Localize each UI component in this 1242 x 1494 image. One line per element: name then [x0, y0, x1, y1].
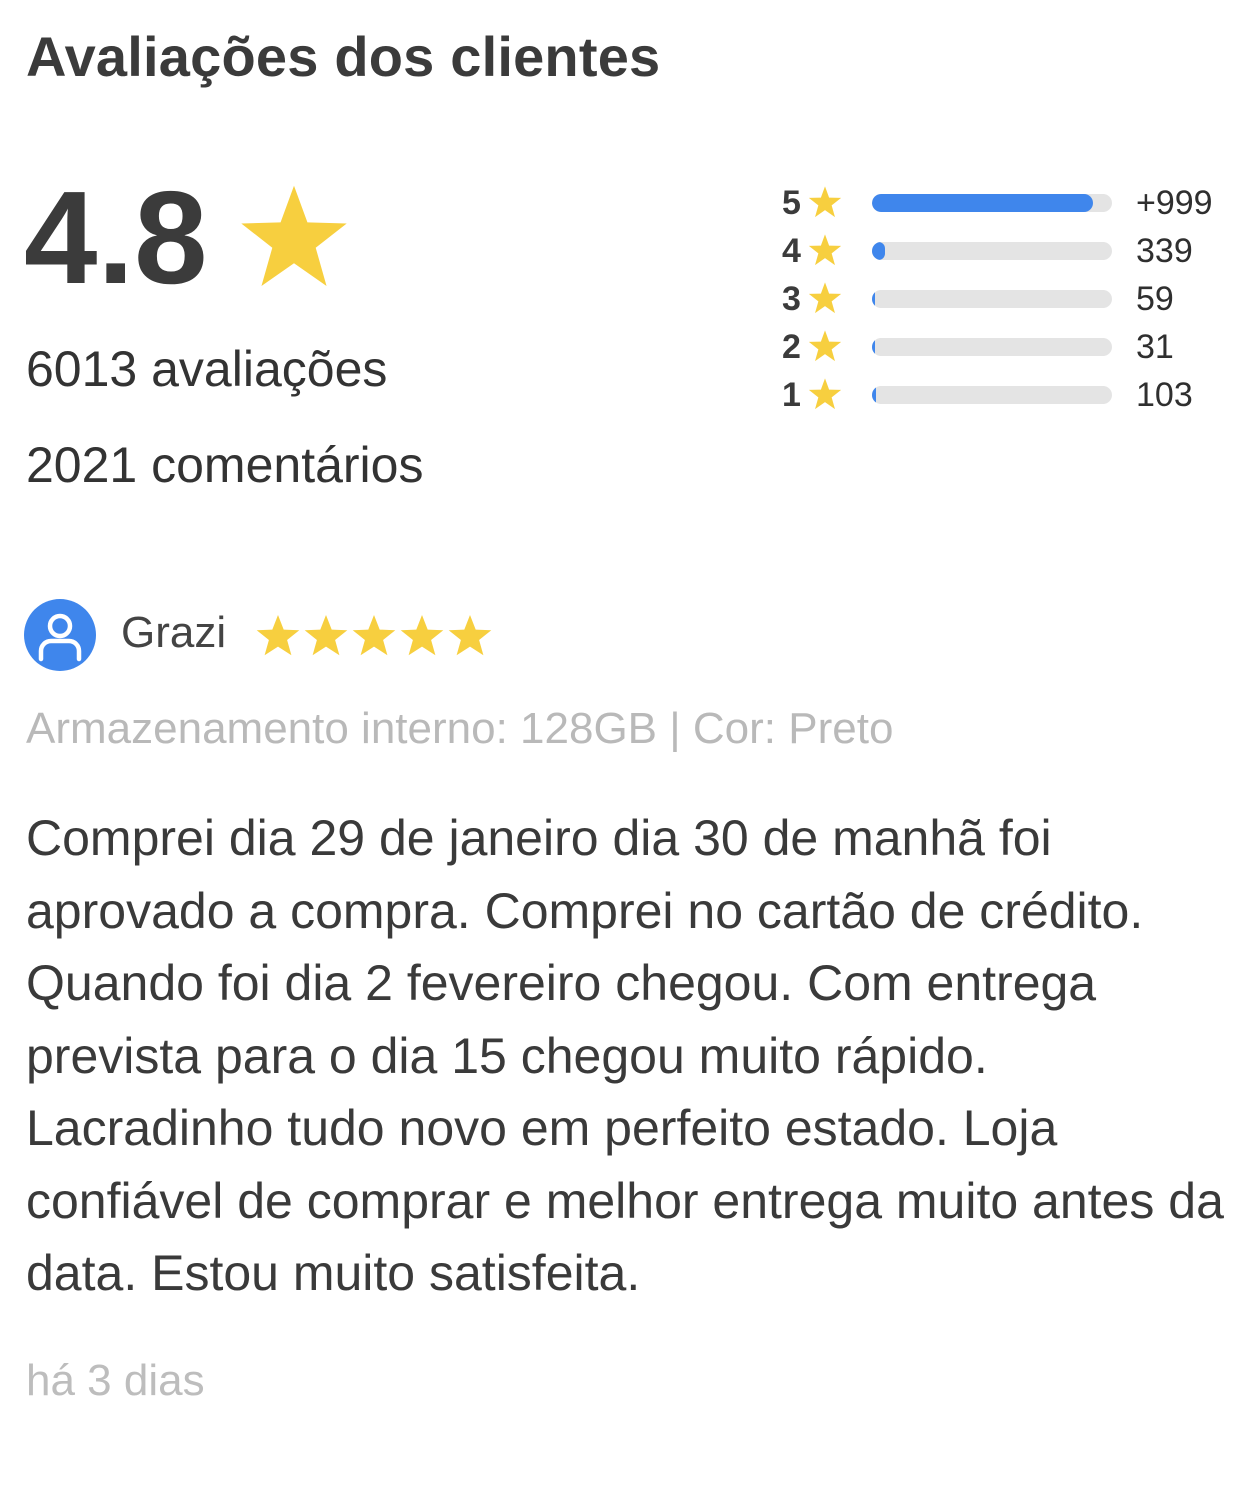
reviewer-name: Grazi: [121, 608, 227, 657]
distribution-bar-fill: [872, 386, 877, 404]
star-icon: [808, 378, 842, 410]
distribution-count: 59: [1136, 280, 1174, 318]
distribution-bar-fill: [872, 194, 1093, 212]
star-icon: [448, 615, 492, 656]
review-date: há 3 dias: [26, 1356, 205, 1405]
star-icon: [304, 615, 348, 656]
distribution-row-2[interactable]: 2 31: [782, 327, 1222, 367]
star-icon: [808, 282, 842, 314]
distribution-count: +999: [1136, 184, 1213, 222]
star-icon: [808, 330, 842, 362]
distribution-row-1[interactable]: 1 103: [782, 375, 1222, 415]
star-icon: [400, 615, 444, 656]
star-icon: [352, 615, 396, 656]
distribution-bar: [872, 242, 1112, 260]
distribution-count: 339: [1136, 232, 1193, 270]
distribution-bar: [872, 386, 1112, 404]
distribution-stars-label: 4: [782, 232, 801, 270]
distribution-stars-label: 1: [782, 376, 801, 414]
review-rating-stars: [256, 615, 492, 656]
star-icon: [256, 615, 300, 656]
distribution-row-3[interactable]: 3 59: [782, 279, 1222, 319]
user-avatar-icon: [24, 599, 96, 671]
distribution-bar-fill: [872, 242, 886, 260]
distribution-count: 31: [1136, 328, 1174, 366]
distribution-stars-label: 2: [782, 328, 801, 366]
star-icon: [808, 186, 842, 218]
product-variant: Armazenamento interno: 128GB | Cor: Pret…: [26, 704, 894, 753]
distribution-bar: [872, 290, 1112, 308]
comments-count: 2021 comentários: [26, 437, 424, 493]
distribution-bar: [872, 194, 1112, 212]
distribution-stars-label: 3: [782, 280, 801, 318]
star-icon: [808, 234, 842, 266]
star-icon: [241, 185, 347, 286]
distribution-bar-fill: [872, 338, 875, 356]
review-text: Comprei dia 29 de janeiro dia 30 de manh…: [26, 810, 1224, 1301]
distribution-count: 103: [1136, 376, 1193, 414]
distribution-bar: [872, 338, 1112, 356]
average-score: 4.8: [24, 164, 208, 311]
distribution-row-5[interactable]: 5 +999: [782, 183, 1222, 223]
distribution-stars-label: 5: [782, 184, 801, 222]
distribution-row-4[interactable]: 4 339: [782, 231, 1222, 271]
ratings-count: 6013 avaliações: [26, 341, 388, 397]
distribution-bar-fill: [872, 290, 875, 308]
page-title: Avaliações dos clientes: [26, 25, 661, 88]
